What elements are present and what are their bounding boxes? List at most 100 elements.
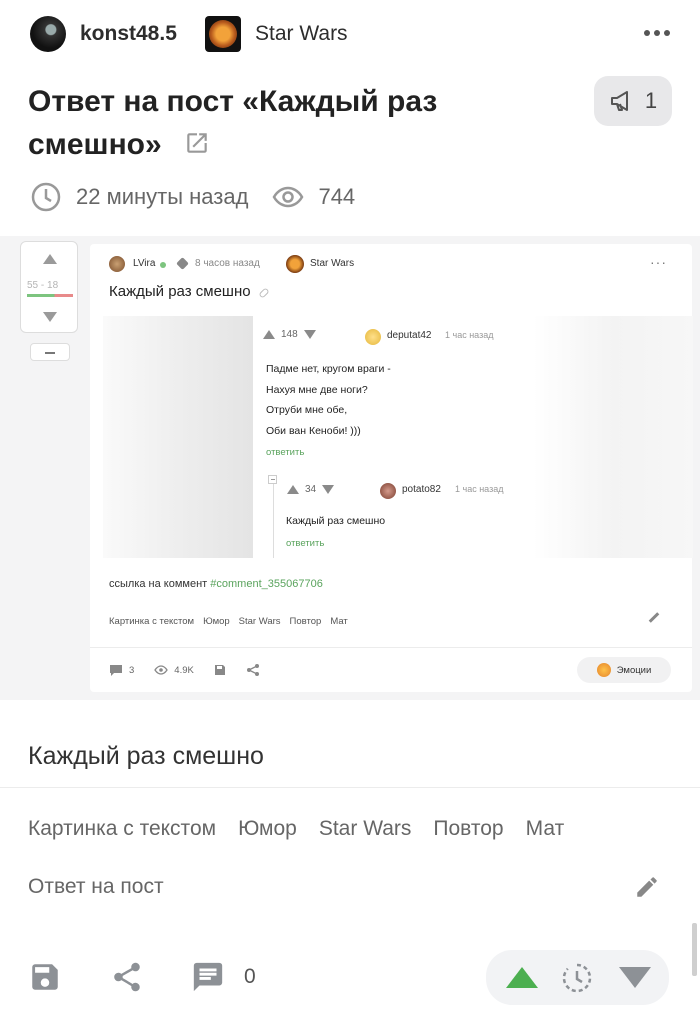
upvote-icon[interactable] [506,967,538,988]
embed-collapse-icon [30,343,70,361]
author-avatar[interactable] [30,16,66,52]
share-external-icon[interactable] [184,130,210,156]
tag-humor[interactable]: Юмор [238,817,297,841]
embed-emotions-label: Эмоции [616,664,652,676]
comment2-user: potato82 [402,484,441,495]
divider [0,787,700,788]
thread-collapse-icon [268,475,277,484]
embed-title: Каждый раз смешно [109,283,270,300]
embed-time: 8 часов назад [195,258,260,269]
post-title-text: Ответ на пост «Каждый раз смешно» [28,85,438,161]
comment2-votes: 34 [287,484,335,495]
embed-share-icon [246,664,259,676]
online-dot [160,262,166,268]
embed-rating-bar [27,294,73,297]
comment-link-label: ссылка на коммент [109,578,208,590]
embed-comment-icon [110,664,122,676]
comment1-line: Отруби мне обе, [266,404,348,416]
more-icon[interactable] [644,30,670,36]
post-time: 22 минуты назад [76,184,249,209]
comment1-text: Падме нет, кругом враги - Нахуя мне две … [266,359,391,441]
comment2-time: 1 час назад [455,484,504,494]
post-meta: 22 минуты назад 744 [30,181,355,213]
comment2-avatar [380,483,396,499]
emotion-icon [596,663,611,677]
vote-bar [486,950,669,1005]
embed-vote-widget: 55 - 18 [20,241,78,333]
comment1-upvote-icon [263,330,275,339]
blurred-left [103,316,253,558]
comment2-reply: ответить [286,538,325,549]
embed-author-avatar [109,256,125,272]
embedded-post-card: LVira 8 часов назад Star Wars ··· Каждый… [90,244,693,692]
later-icon[interactable] [561,962,593,994]
embed-more-icon: ··· [650,254,667,270]
comment2-downvote-icon [322,485,335,494]
comment1-time: 1 час назад [445,330,494,340]
embed-title-text: Каждый раз смешно [109,283,251,300]
clock-icon [31,182,61,212]
post-body-title: Каждый раз смешно [28,742,264,770]
downvote-icon[interactable] [619,967,651,988]
post-views: 744 [318,184,356,209]
pencil-icon[interactable] [634,874,660,900]
eye-icon [273,186,304,208]
scrollbar[interactable] [692,923,697,976]
reply-count: 1 [644,88,658,113]
embed-pencil-icon [648,612,660,623]
tag-repeat[interactable]: Повтор [433,817,503,841]
comment1-votes: 148 [263,329,316,340]
embed-tags: Картинка с текстом Юмор Star Wars Повтор… [109,616,348,627]
post-header: konst48.5 Star Wars Ответ на пост «Кажды… [0,0,700,236]
comment2-upvote-icon [287,485,299,494]
comment2-text: Каждый раз смешно [286,515,386,527]
embed-community: Star Wars [310,258,355,269]
blurred-right [533,316,693,558]
tag-picture-with-text[interactable]: Картинка с текстом [28,817,216,841]
reply-counter-button[interactable]: 1 [594,76,672,126]
embed-emotions-button: Эмоции [577,657,671,683]
link-icon [257,287,270,299]
comment1-line: Нахуя мне две ноги? [266,383,368,396]
tag-mat[interactable]: Мат [526,817,565,841]
comment1-line: Оби ван Кеноби! ))) [266,424,361,437]
embed-views: 4.9K [174,664,194,676]
comment1-line: Падме нет, кругом враги - [266,363,391,375]
tag-list: Картинка с текстом Юмор Star Wars Повтор… [28,817,564,841]
embed-tag: Юмор [203,616,230,627]
post-kind[interactable]: Ответ на пост [28,875,164,899]
embed-eye-icon [154,665,169,675]
embed-author: LVira [133,258,156,269]
embed-footer: 3 4.9K [109,663,260,677]
embed-upvote-icon [43,254,57,264]
embed-comment-count: 3 [129,664,135,676]
share-icon[interactable] [110,960,144,994]
embed-divider [90,647,692,648]
save-icon[interactable] [28,960,62,994]
embed-save-icon [214,665,225,675]
thread-line [273,481,274,558]
embed-rating: 55 - 18 [27,280,59,291]
embed-tag: Картинка с текстом [109,616,195,627]
comment-link-value: #comment_355067706 [210,578,323,590]
comment-screenshot: 148 deputat42 1 час назад Падме нет, кру… [103,316,693,558]
comment2-vote-count: 34 [305,484,317,495]
comment1-reply: ответить [266,447,305,458]
community-name[interactable]: Star Wars [255,22,348,46]
embed-downvote-icon [43,312,57,322]
comment1-avatar [365,329,381,345]
embed-tag: Мат [330,616,348,627]
embed-tag: Star Wars [238,616,281,627]
tag-icon [176,257,189,270]
comment-link: ссылка на коммент #comment_355067706 [109,578,323,590]
comment-icon[interactable] [191,960,225,994]
tag-star-wars[interactable]: Star Wars [319,817,412,841]
community-avatar[interactable] [205,16,241,52]
megaphone-icon [610,91,628,111]
post-title: Ответ на пост «Каждый раз смешно» [28,80,498,166]
comment1-user: deputat42 [387,330,432,341]
embed-tag: Повтор [289,616,322,627]
author-name[interactable]: konst48.5 [80,22,177,46]
comment1-vote-count: 148 [281,329,298,340]
embed-community-avatar [286,255,304,273]
